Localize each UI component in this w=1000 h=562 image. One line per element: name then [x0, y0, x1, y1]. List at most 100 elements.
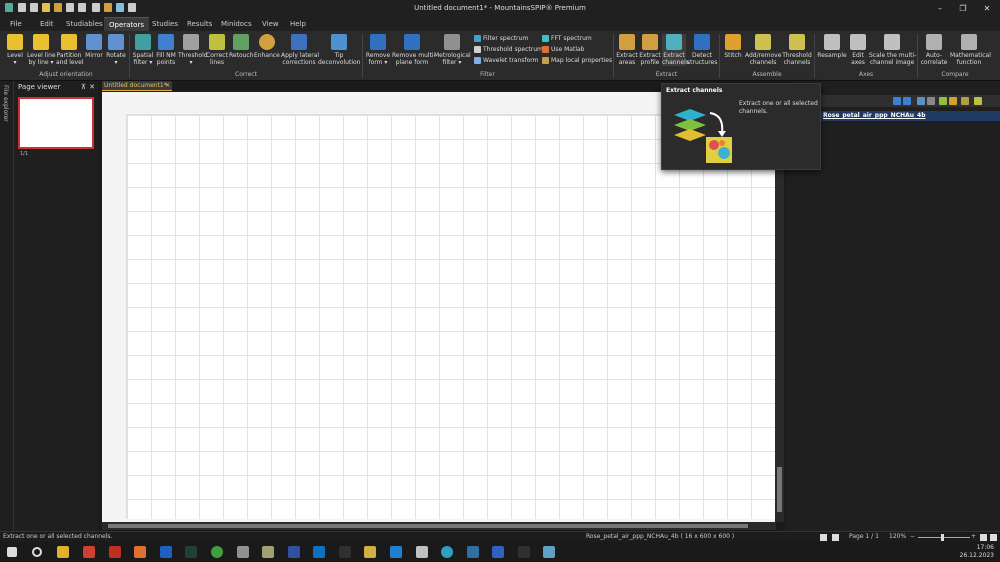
fit-page-icon[interactable]	[980, 534, 987, 541]
menu-operators[interactable]: Operators	[104, 17, 149, 31]
extract-areas-button[interactable]: Extract areas	[616, 34, 638, 66]
wavelet-transform-button[interactable]: Wavelet transform	[474, 56, 539, 66]
zoom-slider-thumb[interactable]	[941, 534, 944, 541]
edge-icon[interactable]	[441, 546, 453, 558]
arrow-right-icon[interactable]	[903, 97, 911, 105]
zoom-slider[interactable]	[918, 537, 970, 538]
tip-deconvolution-button[interactable]: Tip deconvolution	[318, 34, 360, 66]
use-matlab-button[interactable]: Use Matlab	[542, 45, 584, 55]
vscode-icon[interactable]	[390, 546, 402, 558]
app-icon-black[interactable]	[518, 546, 530, 558]
edit-axes-button[interactable]: Edit axes	[848, 34, 868, 66]
word-icon[interactable]	[160, 546, 172, 558]
menu-file[interactable]: File	[5, 17, 27, 31]
menu-minidocs[interactable]: Minidocs	[216, 17, 257, 31]
close-icon[interactable]: ✕	[89, 81, 95, 94]
studiable-tree-item[interactable]: Rose_petal_air_ppp_NCHAu_4b	[821, 111, 1000, 121]
page-thumbnail[interactable]	[18, 97, 94, 149]
add-remove-channels-button[interactable]: Add/remove channels	[745, 34, 781, 66]
horizontal-scroll-thumb[interactable]	[108, 524, 748, 528]
threshold-channels-button[interactable]: Threshold channels	[782, 34, 812, 66]
tab-close-icon[interactable]: ✕	[165, 81, 170, 91]
vertical-scroll-thumb[interactable]	[777, 467, 782, 512]
print-icon[interactable]	[927, 97, 935, 105]
menu-view[interactable]: View	[257, 17, 284, 31]
view-icon[interactable]	[917, 97, 925, 105]
filter-spectrum-button[interactable]: Filter spectrum	[474, 34, 528, 44]
fill-nm-points-button[interactable]: Fill NM points	[155, 34, 177, 66]
fit-width-icon[interactable]	[990, 534, 997, 541]
teams-icon[interactable]	[492, 546, 504, 558]
outlook-icon[interactable]	[313, 546, 325, 558]
app-icon-navy[interactable]	[467, 546, 479, 558]
resample-button[interactable]: Resample	[817, 34, 847, 59]
two-page-icon[interactable]	[832, 534, 839, 541]
arrow-left-icon[interactable]	[893, 97, 901, 105]
apply-lateral-corrections-button[interactable]: Apply lateral corrections	[281, 34, 319, 66]
menu-studiables[interactable]: Studiables	[61, 17, 108, 31]
threshold-spectrum-button[interactable]: Threshold spectrum	[474, 45, 543, 55]
mirror-button[interactable]: Mirror	[84, 34, 104, 59]
menu-studies[interactable]: Studies	[147, 17, 183, 31]
scale-image-icon	[884, 34, 900, 50]
map-local-properties-button[interactable]: Map local properties	[542, 56, 612, 66]
level-button[interactable]: Level ▾	[5, 34, 25, 66]
remove-form-button[interactable]: Remove form ▾	[365, 34, 391, 66]
file-explorer-label[interactable]: File explorer	[2, 85, 9, 122]
powerpoint-icon[interactable]	[83, 546, 95, 558]
mountains-icon[interactable]	[185, 546, 197, 558]
filter-icon[interactable]	[974, 97, 982, 105]
file-explorer-icon[interactable]	[57, 546, 69, 558]
menu-edit[interactable]: Edit	[35, 17, 59, 31]
threshold-button[interactable]: Threshold ▾	[178, 34, 208, 66]
app-icon-blue[interactable]	[288, 546, 300, 558]
page-grid[interactable]	[126, 114, 776, 519]
app-icon-tan[interactable]	[262, 546, 274, 558]
spatial-filter-button[interactable]: Spatial filter ▾	[132, 34, 154, 66]
pin-icon[interactable]: ⊼	[81, 81, 86, 94]
app-icon-light[interactable]	[416, 546, 428, 558]
file-explorer-rail[interactable]: File explorer	[0, 81, 14, 531]
export-icon[interactable]	[939, 97, 947, 105]
group-extract: Extract	[655, 71, 678, 78]
detect-structures-button[interactable]: Detect structures	[687, 34, 717, 66]
horizontal-scrollbar[interactable]	[102, 522, 776, 530]
document-tab[interactable]: Untitled document1* ✕	[102, 81, 172, 91]
stitch-button[interactable]: Stitch	[722, 34, 744, 59]
app-icon-dark[interactable]	[339, 546, 351, 558]
correct-lines-button[interactable]: Correct lines	[206, 34, 228, 66]
menu-help[interactable]: Help	[285, 17, 311, 31]
enhance-button[interactable]: Enhance	[254, 34, 280, 59]
zoom-in-icon[interactable]: +	[971, 532, 976, 542]
fft-spectrum-button[interactable]: FFT spectrum	[542, 34, 592, 44]
system-clock[interactable]: 17:06 26.12.2023	[960, 544, 994, 560]
app-icon-teal[interactable]	[543, 546, 555, 558]
app-icon-gray[interactable]	[237, 546, 249, 558]
remove-multi-plane-form-button[interactable]: Remove multi-plane form	[392, 34, 436, 66]
chrome-icon[interactable]	[211, 546, 223, 558]
app-icon-orange[interactable]	[134, 546, 146, 558]
partition-and-level-button[interactable]: Partition and level	[56, 34, 83, 66]
mathematical-function-button[interactable]: Mathematical function	[950, 34, 991, 66]
star-icon[interactable]	[949, 97, 957, 105]
app-icon-red[interactable]	[109, 546, 121, 558]
rotate-button[interactable]: Rotate ▾	[105, 34, 127, 66]
extract-areas-icon	[619, 34, 635, 50]
maximize-button[interactable]: ❐	[953, 2, 973, 15]
settings-icon[interactable]	[961, 97, 969, 105]
auto-correlate-button[interactable]: Auto-correlate	[920, 34, 948, 66]
retouch-button[interactable]: Retouch	[229, 34, 254, 59]
menu-results[interactable]: Results	[182, 17, 217, 31]
app-icon-yellow[interactable]	[364, 546, 376, 558]
single-page-icon[interactable]	[820, 534, 827, 541]
scale-multi-channel-image-button[interactable]: Scale the multi-channel image	[869, 34, 916, 66]
extract-channels-button[interactable]: Extract channels	[662, 34, 689, 66]
zoom-out-icon[interactable]: −	[910, 532, 915, 542]
windows-start-icon[interactable]	[7, 547, 17, 557]
minimize-button[interactable]: –	[930, 2, 950, 15]
metrological-filter-button[interactable]: Metrological filter ▾	[434, 34, 471, 66]
search-icon[interactable]	[32, 547, 42, 557]
level-line-by-line-button[interactable]: Level line by line ▾	[27, 34, 56, 66]
extract-profile-button[interactable]: Extract profile	[639, 34, 661, 66]
close-button[interactable]: ✕	[977, 2, 997, 15]
